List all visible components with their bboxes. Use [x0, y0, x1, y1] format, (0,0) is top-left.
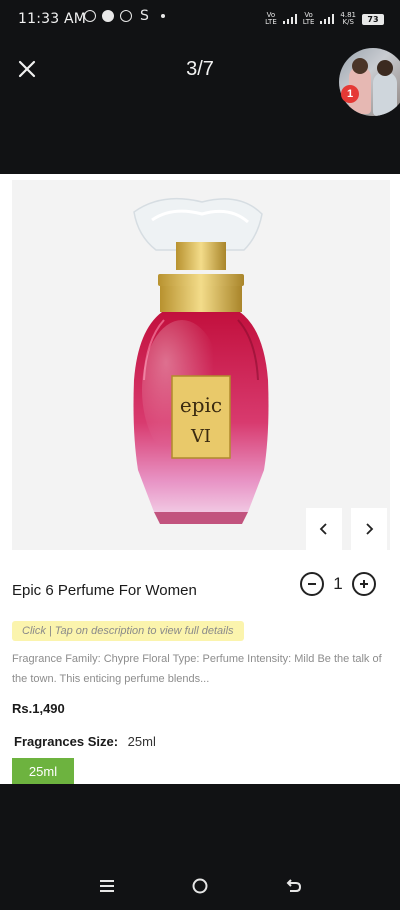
quantity-value: 1	[333, 574, 343, 593]
bottle-label-brand: epic	[180, 393, 222, 417]
messenger-icon	[84, 10, 96, 22]
plus-icon	[360, 580, 368, 588]
status-bar: 11:33 AM S Vo LTE Vo LTE 4.81 K/S 73	[0, 0, 400, 38]
viewer-header: 3/7 1	[0, 38, 400, 174]
more-notifications-icon	[160, 14, 165, 18]
size-value: 25ml	[127, 734, 156, 749]
signal-icon	[282, 14, 297, 24]
chat-head-avatar[interactable]	[339, 48, 400, 116]
back-button[interactable]	[278, 871, 308, 901]
signal-icon-2	[320, 14, 335, 24]
size-label: Fragrances Size:	[14, 734, 119, 749]
product-title: Epic 6 Perfume For Women	[12, 582, 197, 599]
product-image[interactable]: epic VI	[12, 180, 390, 550]
product-description[interactable]: Fragrance Family: Chypre Floral Type: Pe…	[12, 649, 388, 689]
notification-icons: S	[84, 8, 165, 24]
net-speed-unit: K/S	[342, 18, 354, 26]
bottle-label-edition: VI	[190, 426, 211, 447]
previous-image-button[interactable]	[306, 508, 342, 550]
whatsapp-icon	[120, 10, 132, 22]
chat-icon	[102, 10, 114, 22]
image-counter: 3/7	[186, 58, 214, 80]
battery-icon: 73	[362, 13, 384, 25]
net-speed: 4.81 K/S	[340, 12, 356, 26]
chevron-right-icon	[366, 523, 374, 535]
product-panel: epic VI Epic 6 Perfume For Women 1 Click…	[0, 174, 400, 784]
recent-apps-button[interactable]	[92, 871, 122, 901]
product-price: Rs.1,490	[12, 701, 65, 716]
increase-quantity-button[interactable]	[352, 572, 376, 596]
chevron-left-icon	[319, 523, 327, 535]
size-option-25ml[interactable]: 25ml	[12, 758, 74, 784]
minus-icon	[308, 583, 316, 585]
volte-icon: Vo LTE	[265, 11, 277, 26]
status-time: 11:33 AM	[18, 11, 87, 27]
system-navigation-bar	[0, 862, 400, 910]
perfume-bottle-illustration: epic VI	[133, 197, 269, 524]
volte-icon-2: Vo LTE	[302, 11, 315, 26]
description-hint[interactable]: Click | Tap on description to view full …	[12, 621, 244, 641]
home-button[interactable]	[185, 871, 215, 901]
notification-badge: 1	[341, 85, 359, 103]
close-icon	[18, 60, 36, 78]
decrease-quantity-button[interactable]	[300, 572, 324, 596]
back-arrow-icon	[286, 879, 302, 892]
close-button[interactable]	[14, 56, 40, 82]
next-image-button[interactable]	[351, 508, 387, 550]
s-app-icon: S	[140, 8, 149, 24]
battery-level: 73	[367, 14, 379, 24]
home-circle-icon	[192, 878, 208, 894]
quantity-stepper: 1	[300, 572, 376, 596]
menu-lines-icon	[99, 880, 114, 892]
system-icons: Vo LTE Vo LTE 4.81 K/S 73	[265, 12, 384, 26]
size-row: Fragrances Size: 25ml	[14, 734, 156, 749]
